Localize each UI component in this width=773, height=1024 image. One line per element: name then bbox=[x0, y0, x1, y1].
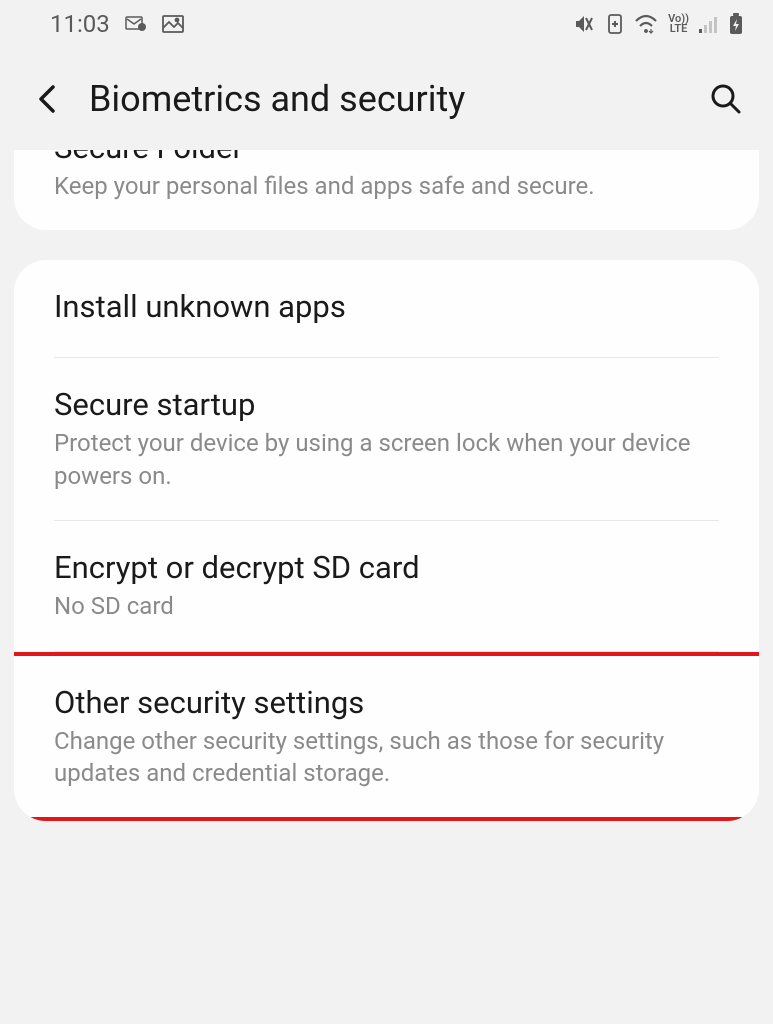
status-bar: 11:03 Vo)) LTE bbox=[0, 0, 773, 48]
back-button[interactable] bbox=[35, 81, 59, 117]
list-item-desc: Change other security settings, such as … bbox=[54, 725, 719, 790]
status-bar-right: Vo)) LTE bbox=[574, 13, 743, 35]
mute-vibrate-icon bbox=[574, 14, 596, 34]
signal-icon bbox=[699, 15, 719, 33]
image-icon bbox=[162, 15, 184, 33]
settings-card-1: Secure Folder Keep your personal files a… bbox=[14, 150, 759, 230]
search-button[interactable] bbox=[709, 82, 743, 116]
list-item-encrypt-sd-card[interactable]: Encrypt or decrypt SD card No SD card bbox=[14, 521, 759, 650]
volte-icon: Vo)) LTE bbox=[668, 14, 689, 34]
highlight-annotation: Other security settings Change other sec… bbox=[14, 652, 759, 822]
header: Biometrics and security bbox=[0, 48, 773, 150]
settings-card-2: Install unknown apps Secure startup Prot… bbox=[14, 260, 759, 821]
list-item-desc: Protect your device by using a screen lo… bbox=[54, 427, 719, 492]
list-item-secure-folder[interactable]: Secure Folder Keep your personal files a… bbox=[14, 150, 759, 230]
list-item-title: Secure Folder bbox=[54, 150, 719, 166]
list-item-secure-startup[interactable]: Secure startup Protect your device by us… bbox=[14, 358, 759, 520]
status-time: 11:03 bbox=[50, 10, 110, 38]
battery-charging-icon bbox=[729, 13, 743, 35]
wifi-icon bbox=[634, 14, 658, 34]
status-bar-left: 11:03 bbox=[50, 10, 184, 38]
page-title: Biometrics and security bbox=[89, 78, 679, 120]
list-item-other-security-settings[interactable]: Other security settings Change other sec… bbox=[14, 656, 759, 818]
list-item-desc: No SD card bbox=[54, 590, 719, 622]
list-item-install-unknown-apps[interactable]: Install unknown apps bbox=[14, 260, 759, 357]
list-item-title: Encrypt or decrypt SD card bbox=[54, 549, 719, 586]
data-saver-icon bbox=[606, 14, 624, 34]
list-item-desc: Keep your personal files and apps safe a… bbox=[54, 170, 719, 202]
content: Secure Folder Keep your personal files a… bbox=[0, 150, 773, 821]
list-item-title: Install unknown apps bbox=[54, 288, 719, 325]
mail-icon bbox=[124, 15, 148, 33]
list-item-title: Other security settings bbox=[54, 684, 719, 721]
list-item-title: Secure startup bbox=[54, 386, 719, 423]
